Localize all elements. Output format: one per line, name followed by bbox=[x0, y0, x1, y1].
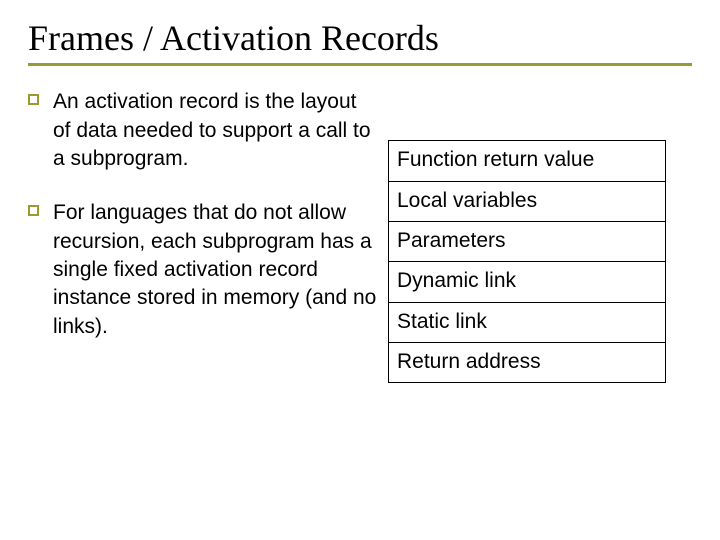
activation-record-table: Function return value Local variables Pa… bbox=[388, 140, 666, 383]
page-title: Frames / Activation Records bbox=[28, 18, 692, 59]
activation-record-diagram: Function return value Local variables Pa… bbox=[388, 88, 692, 383]
bullet-text: An activation record is the layout of da… bbox=[53, 88, 378, 173]
bullet-text: For languages that do not allow recursio… bbox=[53, 199, 378, 341]
title-underline bbox=[28, 63, 692, 66]
table-row: Dynamic link bbox=[389, 262, 666, 302]
bullet-list: An activation record is the layout of da… bbox=[28, 88, 388, 367]
table-row: Parameters bbox=[389, 222, 666, 262]
table-row: Return address bbox=[389, 343, 666, 383]
table-row: Static link bbox=[389, 302, 666, 342]
list-item: An activation record is the layout of da… bbox=[28, 88, 378, 173]
bullet-square-icon bbox=[28, 205, 39, 216]
table-row: Function return value bbox=[389, 141, 666, 181]
table-row: Local variables bbox=[389, 181, 666, 221]
bullet-square-icon bbox=[28, 94, 39, 105]
slide: Frames / Activation Records An activatio… bbox=[0, 0, 720, 540]
slide-body: An activation record is the layout of da… bbox=[28, 88, 692, 383]
list-item: For languages that do not allow recursio… bbox=[28, 199, 378, 341]
